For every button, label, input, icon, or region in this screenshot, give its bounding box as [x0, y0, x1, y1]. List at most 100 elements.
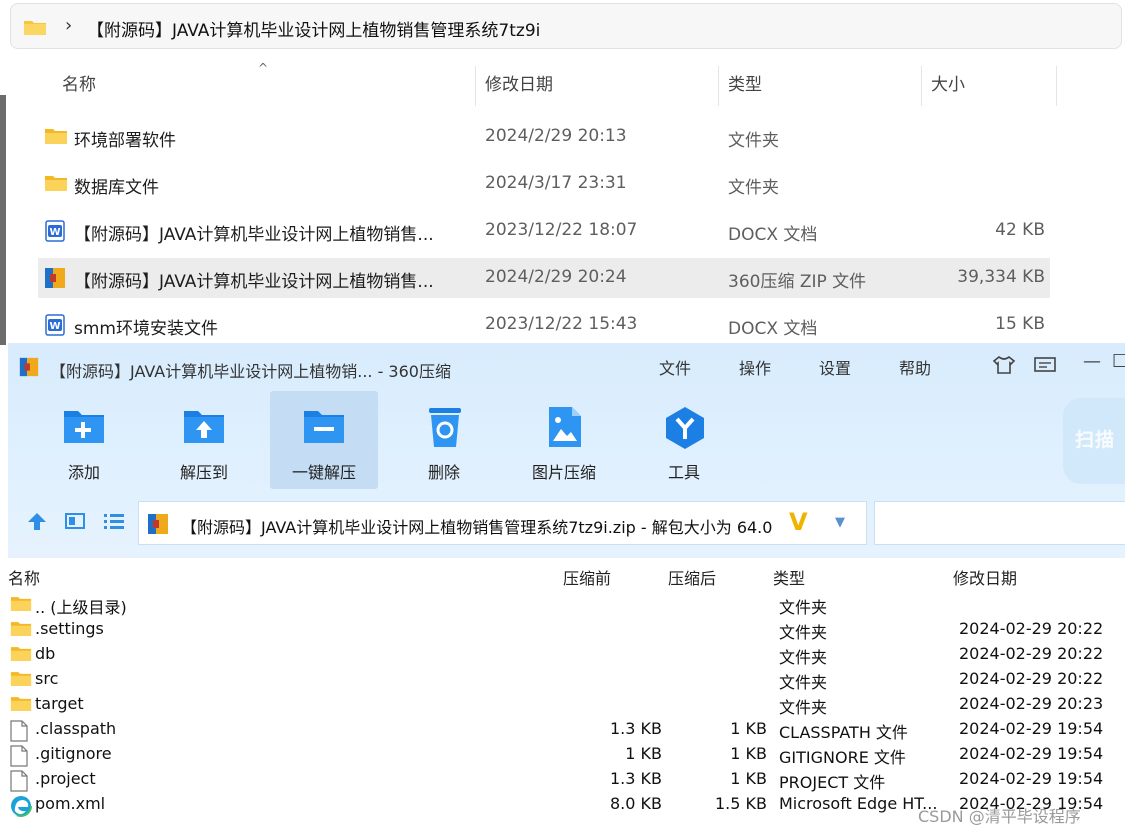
archive-file-date: 2024-02-29 19:54 — [959, 769, 1104, 788]
zip-archive-icon — [19, 357, 39, 377]
archive-size-before: 1.3 KB — [610, 769, 662, 788]
file-date: 2024/3/17 23:31 — [485, 173, 627, 193]
menu-settings[interactable]: 设置 — [819, 355, 851, 379]
extract-folder-icon — [184, 411, 224, 443]
image-compress-button[interactable]: 图片压缩 — [510, 391, 618, 489]
tools-button[interactable]: 工具 — [630, 391, 738, 489]
archive-file-date: 2024-02-29 20:22 — [959, 669, 1104, 688]
add-button[interactable]: 添加 — [30, 391, 138, 489]
folder-icon — [45, 176, 67, 191]
file-name: 【附源码】JAVA计算机毕业设计网上植物销售... — [74, 225, 434, 245]
breadcrumb[interactable]: 【附源码】JAVA计算机毕业设计网上植物销售管理系统7tz9i — [87, 16, 540, 41]
archive-file-name: .gitignore — [35, 744, 112, 763]
chevron-right-icon: › — [65, 15, 73, 36]
sort-up-icon: ^ — [258, 61, 269, 75]
word-doc-icon: W — [45, 220, 65, 242]
file-date: 2024/2/29 20:13 — [485, 126, 627, 146]
file-name: 环境部署软件 — [74, 131, 176, 151]
minimize-icon[interactable]: — — [1083, 351, 1101, 372]
archive-file-date: 2024-02-29 19:54 — [959, 719, 1104, 738]
scrollbar[interactable] — [0, 95, 6, 345]
delete-button[interactable]: 删除 — [390, 391, 498, 489]
archive-file-name: src — [35, 669, 59, 688]
up-arrow-icon[interactable] — [26, 511, 48, 531]
archive-size-after: 1 KB — [730, 769, 767, 788]
file-date: 2023/12/22 18:07 — [485, 220, 638, 240]
column-header-date[interactable]: 修改日期 — [953, 565, 1017, 589]
file-row[interactable]: W smm环境安装文件 2023/12/22 15:43 DOCX 文档 15 … — [38, 305, 1050, 345]
vip-check-icon: V — [789, 508, 808, 536]
file-name: smm环境安装文件 — [74, 319, 218, 339]
column-header-after[interactable]: 压缩后 — [668, 565, 716, 589]
folder-icon — [24, 21, 46, 35]
divider — [475, 66, 476, 106]
archive-file-date: 2024-02-29 19:54 — [959, 744, 1104, 763]
archive-file-name: pom.xml — [35, 794, 106, 813]
tools-label: 工具 — [667, 463, 700, 482]
file-size: 42 KB — [995, 220, 1045, 240]
file-date: 2024/2/29 20:24 — [485, 267, 627, 287]
column-header-name[interactable]: 名称 — [8, 565, 40, 589]
file-type: 文件夹 — [728, 131, 779, 151]
menu-file[interactable]: 文件 — [659, 355, 691, 379]
zip-archive-icon — [148, 514, 168, 534]
thumbnail-view-icon[interactable] — [64, 511, 86, 531]
file-type: DOCX 文档 — [728, 319, 818, 339]
file-row-selected[interactable]: 【附源码】JAVA计算机毕业设计网上植物销售... 2024/2/29 20:2… — [38, 258, 1050, 298]
file-row[interactable]: 数据库文件 2024/3/17 23:31 文件夹 — [38, 164, 1050, 204]
archive-file-type: 文件夹 — [779, 698, 828, 717]
column-header-name[interactable]: 名称 — [62, 70, 96, 106]
list-view-icon[interactable] — [103, 511, 125, 531]
archive-row[interactable]: .project 1.3 KB 1 KB PROJECT 文件 2024-02-29 1… — [8, 766, 1125, 792]
file-row[interactable]: 环境部署软件 2024/2/29 20:13 文件夹 — [38, 117, 1050, 157]
extract-to-label: 解压到 — [179, 463, 228, 482]
archive-row[interactable]: .. (上级目录) 文件夹 — [8, 591, 1125, 617]
maximize-icon[interactable]: ☐ — [1112, 351, 1125, 372]
svg-text:W: W — [49, 321, 60, 332]
folder-icon — [10, 595, 32, 616]
address-bar[interactable]: › 【附源码】JAVA计算机毕业设计网上植物销售管理系统7tz9i — [10, 3, 1122, 49]
archive-row[interactable]: .classpath 1.3 KB 1 KB CLASSPATH 文件 2024-02-… — [8, 716, 1125, 742]
column-header-type[interactable]: 类型 — [773, 565, 805, 589]
tools-hexagon-icon — [666, 407, 704, 449]
file-type: DOCX 文档 — [728, 225, 818, 245]
archive-file-type: 文件夹 — [779, 648, 828, 667]
folder-icon — [10, 620, 32, 641]
column-header-date[interactable]: 修改日期 — [485, 70, 553, 106]
file-row[interactable]: W 【附源码】JAVA计算机毕业设计网上植物销售... 2023/12/22 1… — [38, 211, 1050, 251]
archive-file-name: target — [35, 694, 84, 713]
archive-file-name: db — [35, 644, 56, 663]
column-header-size[interactable]: 大小 — [931, 70, 965, 106]
divider — [1056, 66, 1057, 106]
file-date: 2023/12/22 15:43 — [485, 314, 638, 334]
archive-file-date: 2024-02-29 20:22 — [959, 644, 1104, 663]
column-header-type[interactable]: 类型 — [728, 70, 762, 106]
archive-row[interactable]: src 文件夹 2024-02-29 20:22 — [8, 666, 1125, 692]
archive-file-type: 文件夹 — [779, 673, 828, 692]
archive-file-name: .classpath — [35, 719, 117, 738]
zip-archive-icon — [45, 268, 65, 288]
archive-size-after: 1.5 KB — [715, 794, 767, 813]
file-name: 【附源码】JAVA计算机毕业设计网上植物销售... — [74, 272, 434, 292]
archive-row[interactable]: target 文件夹 2024-02-29 20:23 — [8, 691, 1125, 717]
folder-icon — [10, 670, 32, 691]
folder-icon — [10, 645, 32, 666]
dropdown-arrow-icon[interactable]: ▼ — [835, 515, 845, 530]
archive-row[interactable]: db 文件夹 2024-02-29 20:22 — [8, 641, 1125, 667]
add-label: 添加 — [67, 463, 100, 482]
feedback-message-icon[interactable] — [1034, 357, 1056, 375]
menu-help[interactable]: 帮助 — [899, 355, 931, 379]
archive-row[interactable]: .gitignore 1 KB 1 KB GITIGNORE 文件 2024-02-29… — [8, 741, 1125, 767]
scan-button[interactable]: 扫描 — [1063, 398, 1125, 484]
column-header-before[interactable]: 压缩前 — [563, 565, 611, 589]
menu-operation[interactable]: 操作 — [739, 355, 771, 379]
file-type: 文件夹 — [728, 178, 779, 198]
one-click-extract-button[interactable]: 一键解压 — [270, 391, 378, 489]
archive-row[interactable]: .settings 文件夹 2024-02-29 20:22 — [8, 616, 1125, 642]
extract-to-button[interactable]: 解压到 — [150, 391, 258, 489]
archive-file-type: 文件夹 — [779, 598, 828, 617]
recycle-bin-icon — [429, 408, 461, 447]
skin-shirt-icon[interactable] — [992, 355, 1016, 375]
archive-path-bar[interactable]: 【附源码】JAVA计算机毕业设计网上植物销售管理系统7tz9i.zip - 解包… — [138, 501, 867, 545]
search-input[interactable] — [874, 501, 1125, 545]
